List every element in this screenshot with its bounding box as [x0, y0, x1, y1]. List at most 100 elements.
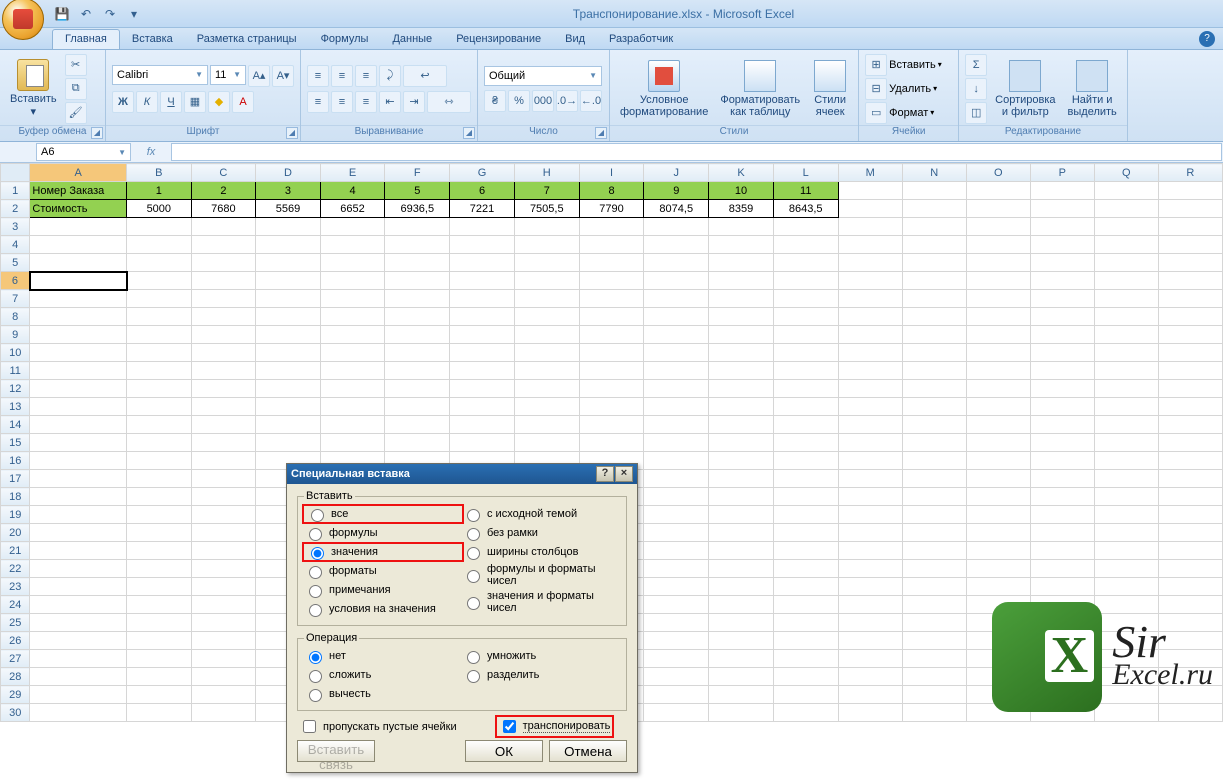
- office-button[interactable]: [2, 0, 44, 40]
- cell-K13[interactable]: [709, 398, 774, 416]
- cell-K3[interactable]: [709, 218, 774, 236]
- cell-L2[interactable]: 8643,5: [773, 200, 838, 218]
- cell-J5[interactable]: [644, 254, 709, 272]
- cell-A27[interactable]: [30, 650, 127, 668]
- paste-opt-примечания[interactable]: примечания: [304, 582, 462, 598]
- cell-P11[interactable]: [1030, 362, 1094, 380]
- cell-K5[interactable]: [709, 254, 774, 272]
- cell-E12[interactable]: [320, 380, 385, 398]
- cell-E11[interactable]: [320, 362, 385, 380]
- cell-A6[interactable]: [30, 272, 127, 290]
- col-header-H[interactable]: H: [514, 164, 579, 182]
- cell-P7[interactable]: [1030, 290, 1094, 308]
- align-left-icon[interactable]: ≡: [307, 91, 329, 113]
- cell-H4[interactable]: [514, 236, 579, 254]
- cell-H3[interactable]: [514, 218, 579, 236]
- cell-P9[interactable]: [1030, 326, 1094, 344]
- cell-L28[interactable]: [773, 668, 838, 686]
- cell-M17[interactable]: [838, 470, 902, 488]
- cell-I12[interactable]: [579, 380, 644, 398]
- cell-M5[interactable]: [838, 254, 902, 272]
- cell-C4[interactable]: [191, 236, 256, 254]
- clear-icon[interactable]: ◫: [965, 102, 987, 124]
- cell-H7[interactable]: [514, 290, 579, 308]
- cell-F15[interactable]: [385, 434, 450, 452]
- cell-N17[interactable]: [902, 470, 966, 488]
- cell-P4[interactable]: [1030, 236, 1094, 254]
- row-header-22[interactable]: 22: [1, 560, 30, 578]
- cell-O13[interactable]: [966, 398, 1030, 416]
- cell-N9[interactable]: [902, 326, 966, 344]
- cell-B30[interactable]: [127, 704, 192, 722]
- cell-I3[interactable]: [579, 218, 644, 236]
- tab-page-layout[interactable]: Разметка страницы: [185, 30, 309, 49]
- cell-J22[interactable]: [644, 560, 709, 578]
- row-header-4[interactable]: 4: [1, 236, 30, 254]
- cell-L15[interactable]: [773, 434, 838, 452]
- cell-J18[interactable]: [644, 488, 709, 506]
- comma-icon[interactable]: 000: [532, 90, 554, 112]
- help-icon[interactable]: ?: [1199, 31, 1215, 47]
- cell-B25[interactable]: [127, 614, 192, 632]
- cell-M2[interactable]: [838, 200, 902, 218]
- row-header-16[interactable]: 16: [1, 452, 30, 470]
- col-header-R[interactable]: R: [1158, 164, 1222, 182]
- cell-B18[interactable]: [127, 488, 192, 506]
- merge-center-icon[interactable]: ⇿: [427, 91, 471, 113]
- cell-G6[interactable]: [450, 272, 515, 290]
- cell-K30[interactable]: [709, 704, 774, 722]
- row-header-12[interactable]: 12: [1, 380, 30, 398]
- cell-K14[interactable]: [709, 416, 774, 434]
- cell-G12[interactable]: [450, 380, 515, 398]
- cell-K1[interactable]: 10: [709, 182, 774, 200]
- col-header-P[interactable]: P: [1030, 164, 1094, 182]
- cell-A16[interactable]: [30, 452, 127, 470]
- fill-icon[interactable]: ↓: [965, 78, 987, 100]
- paste-opt-формулы-и-форматы-чисел[interactable]: формулы и форматы чисел: [462, 563, 620, 587]
- paste-opt-значения[interactable]: значения: [306, 544, 460, 560]
- col-header-J[interactable]: J: [644, 164, 709, 182]
- cell-R22[interactable]: [1158, 560, 1222, 578]
- cell-E2[interactable]: 6652: [320, 200, 385, 218]
- cell-G3[interactable]: [450, 218, 515, 236]
- cell-C20[interactable]: [191, 524, 256, 542]
- cell-J1[interactable]: 9: [644, 182, 709, 200]
- cell-R17[interactable]: [1158, 470, 1222, 488]
- cell-L4[interactable]: [773, 236, 838, 254]
- cell-R6[interactable]: [1158, 272, 1222, 290]
- cell-H14[interactable]: [514, 416, 579, 434]
- cell-B21[interactable]: [127, 542, 192, 560]
- cell-Q16[interactable]: [1094, 452, 1158, 470]
- cell-C11[interactable]: [191, 362, 256, 380]
- cell-C13[interactable]: [191, 398, 256, 416]
- cell-F2[interactable]: 6936,5: [385, 200, 450, 218]
- cell-K24[interactable]: [709, 596, 774, 614]
- cell-K26[interactable]: [709, 632, 774, 650]
- cell-L6[interactable]: [773, 272, 838, 290]
- cell-D2[interactable]: 5569: [256, 200, 321, 218]
- cancel-button[interactable]: Отмена: [549, 740, 627, 762]
- cell-C10[interactable]: [191, 344, 256, 362]
- cell-P13[interactable]: [1030, 398, 1094, 416]
- tab-formulas[interactable]: Формулы: [309, 30, 381, 49]
- tab-insert[interactable]: Вставка: [120, 30, 185, 49]
- font-color-icon[interactable]: A: [232, 91, 254, 113]
- cell-N12[interactable]: [902, 380, 966, 398]
- cell-K28[interactable]: [709, 668, 774, 686]
- cell-L11[interactable]: [773, 362, 838, 380]
- cell-E15[interactable]: [320, 434, 385, 452]
- cell-J9[interactable]: [644, 326, 709, 344]
- cell-M1[interactable]: [838, 182, 902, 200]
- cell-K29[interactable]: [709, 686, 774, 704]
- cell-I8[interactable]: [579, 308, 644, 326]
- cell-K12[interactable]: [709, 380, 774, 398]
- increase-decimal-icon[interactable]: .0→: [556, 90, 578, 112]
- cell-L23[interactable]: [773, 578, 838, 596]
- cell-K27[interactable]: [709, 650, 774, 668]
- cell-M16[interactable]: [838, 452, 902, 470]
- row-header-25[interactable]: 25: [1, 614, 30, 632]
- cell-N5[interactable]: [902, 254, 966, 272]
- cell-F1[interactable]: 5: [385, 182, 450, 200]
- cell-Q1[interactable]: [1094, 182, 1158, 200]
- cell-Q13[interactable]: [1094, 398, 1158, 416]
